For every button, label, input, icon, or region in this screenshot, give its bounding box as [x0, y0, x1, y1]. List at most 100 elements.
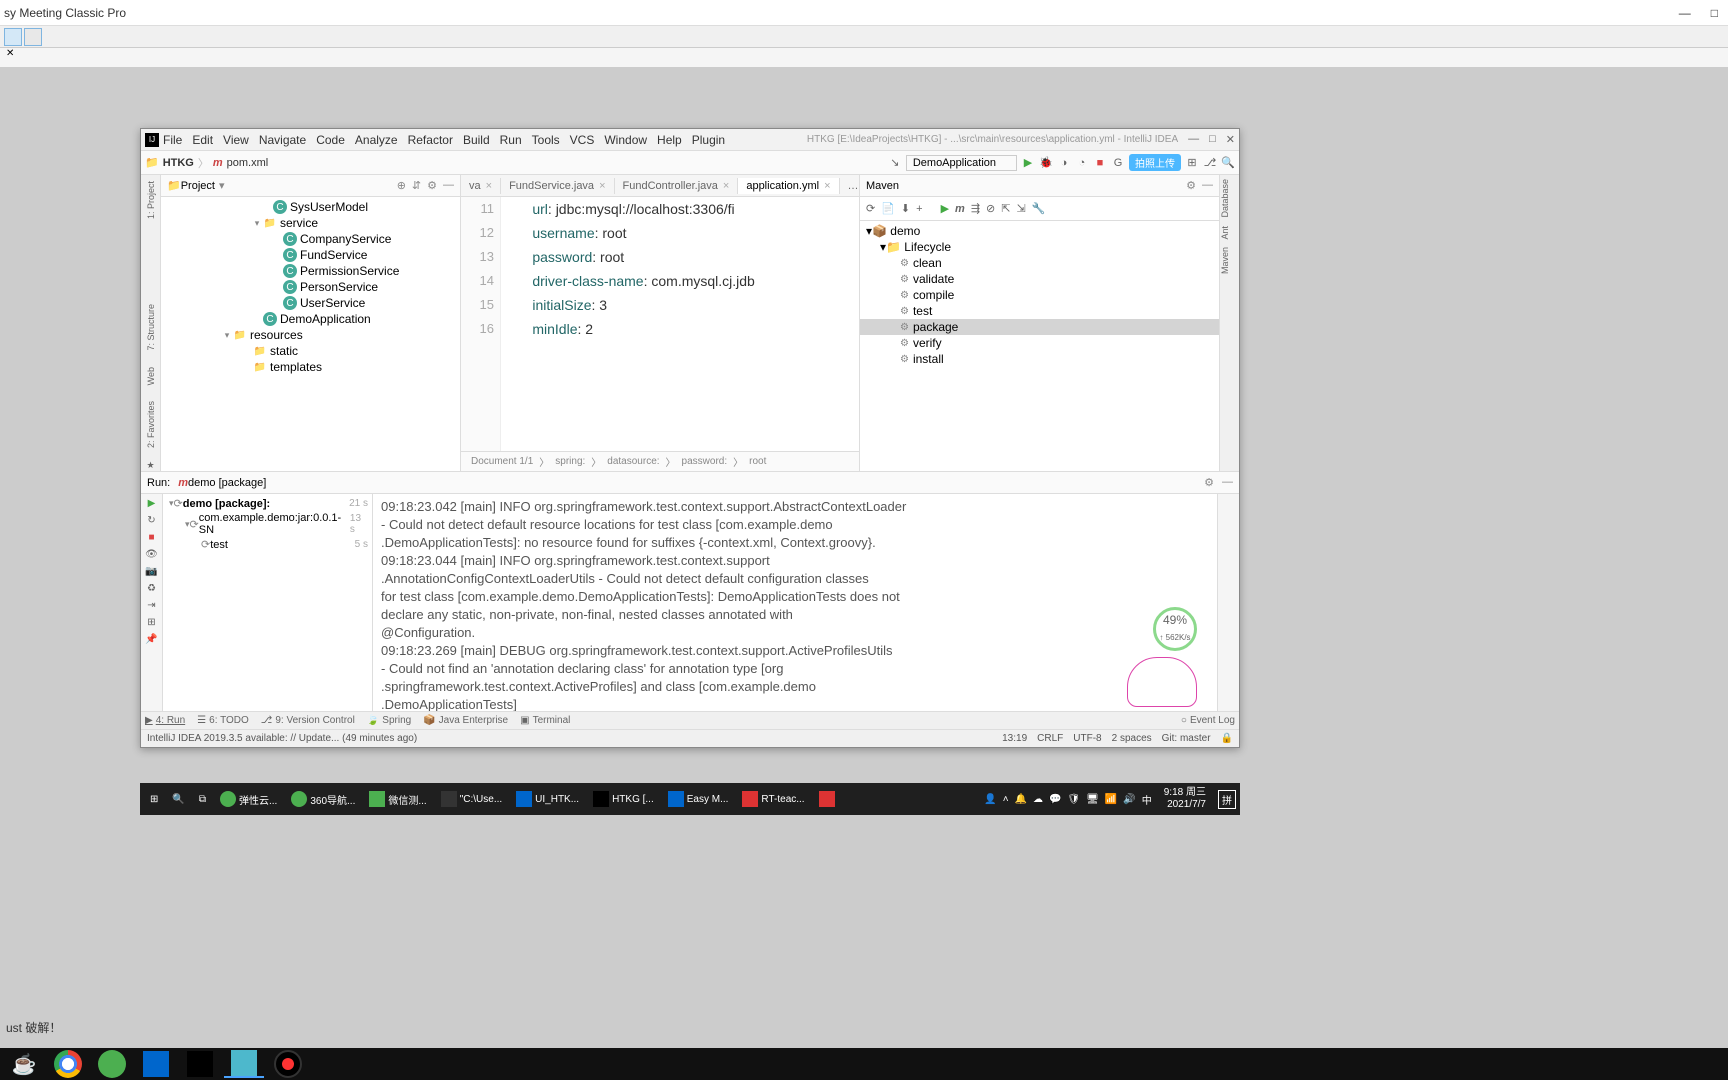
search-icon[interactable]: 🔍 — [1221, 156, 1235, 170]
code-editor[interactable]: url: jdbc:mysql://localhost:3306/fi user… — [501, 197, 859, 451]
camera-icon[interactable]: 📷 — [145, 566, 157, 577]
menu-help[interactable]: Help — [657, 133, 682, 147]
console-output[interactable]: 09:18:23.042 [main] INFO org.springframe… — [373, 494, 1217, 711]
tray-icon[interactable]: 🛡 — [1067, 794, 1080, 805]
lock-icon[interactable]: 🔒 — [1221, 733, 1233, 744]
grid-icon[interactable]: ⊞ — [1185, 156, 1199, 170]
tab-spring[interactable]: 🍃 Spring — [367, 715, 411, 726]
maven-root[interactable]: ▾ 📦 demo — [860, 223, 1219, 239]
menu-vcs[interactable]: VCS — [570, 133, 595, 147]
tree-item[interactable]: 📁templates — [161, 359, 460, 375]
wifi-icon[interactable]: 📶 — [1105, 794, 1117, 805]
menu-edit[interactable]: Edit — [192, 133, 213, 147]
tab-todo[interactable]: ☰ 6: TODO — [197, 715, 249, 726]
tab-javaee[interactable]: 📦 Java Enterprise — [423, 715, 508, 726]
strip-structure[interactable]: 7: Structure — [146, 300, 156, 355]
nav-project[interactable]: HTKG — [163, 157, 194, 169]
tray-icon[interactable]: 🔔 — [1015, 794, 1027, 805]
status-indent[interactable]: 2 spaces — [1112, 733, 1152, 744]
project-tree[interactable]: CSysUserModel▾📁serviceCCompanyServiceCFu… — [161, 197, 460, 471]
host-wechat[interactable] — [92, 1050, 132, 1078]
strip-web[interactable]: Web — [146, 363, 156, 389]
expand-icon[interactable]: ⇱ — [1001, 202, 1010, 215]
menu-build[interactable]: Build — [463, 133, 490, 147]
people-icon[interactable]: 👤 — [984, 794, 996, 805]
offline-icon[interactable]: ⊘ — [986, 202, 995, 215]
menu-tools[interactable]: Tools — [532, 133, 560, 147]
tree-item[interactable]: CSysUserModel — [161, 199, 460, 215]
run-stop-icon[interactable]: ■ — [148, 532, 154, 543]
layout-icon[interactable]: ⊞ — [147, 617, 155, 628]
menu-analyze[interactable]: Analyze — [355, 133, 398, 147]
taskbar-item[interactable]: Easy M... — [662, 783, 735, 815]
taskview-button[interactable]: ⧉ — [193, 783, 212, 815]
toolbar-icon-1[interactable] — [4, 28, 22, 46]
maximize-icon[interactable]: □ — [1711, 6, 1718, 20]
tree-item[interactable]: ▾📁service — [161, 215, 460, 231]
chevron-up-icon[interactable]: ˄ — [1003, 794, 1009, 805]
ide-minimize-icon[interactable]: — — [1188, 133, 1199, 146]
coverage-icon[interactable]: ◑ — [1057, 156, 1071, 170]
start-button[interactable]: ⊞ — [144, 783, 164, 815]
status-git[interactable]: Git: master — [1162, 733, 1211, 744]
strip-maven[interactable]: Maven — [1220, 243, 1230, 278]
host-app-1[interactable]: ☕ — [4, 1050, 44, 1078]
g-icon[interactable]: G — [1111, 156, 1125, 170]
download-icon[interactable]: ⬇ — [901, 202, 910, 215]
status-lineend[interactable]: CRLF — [1037, 733, 1063, 744]
debug-icon[interactable]: 🐞 — [1039, 156, 1053, 170]
rerun-icon[interactable]: ▶ — [148, 498, 156, 509]
tab-vcs[interactable]: ⎇ 9: Version Control — [261, 715, 355, 726]
tab-terminal[interactable]: ▣ Terminal — [520, 715, 570, 726]
tree-item[interactable]: CDemoApplication — [161, 311, 460, 327]
hide-icon[interactable]: — — [443, 179, 454, 192]
run-icon[interactable]: ▶ — [1021, 156, 1035, 170]
host-app-active[interactable] — [224, 1050, 264, 1078]
target-icon[interactable]: ⊕ — [397, 179, 406, 192]
tree-item[interactable]: CPersonService — [161, 279, 460, 295]
menu-refactor[interactable]: Refactor — [408, 133, 453, 147]
m-icon[interactable]: m — [955, 203, 965, 215]
ime-badge[interactable]: 拼 — [1218, 790, 1236, 809]
strip-ant[interactable]: Ant — [1220, 222, 1230, 244]
menu-code[interactable]: Code — [316, 133, 345, 147]
tab-run[interactable]: ▶ 4: Run — [145, 715, 185, 726]
toolbar-icon-2[interactable] — [24, 28, 42, 46]
taskbar-item[interactable]: 弹性云... — [214, 783, 283, 815]
taskbar-item[interactable]: 360导航... — [285, 783, 361, 815]
taskbar-item[interactable]: 微信测... — [363, 783, 432, 815]
taskbar-item[interactable]: HTKG [... — [587, 783, 660, 815]
editor-tab[interactable]: FundController.java × — [615, 178, 739, 194]
tray-icon[interactable]: 🖥 — [1086, 794, 1099, 805]
exit-icon[interactable]: ⇥ — [147, 600, 155, 611]
recycle-icon[interactable]: ♻ — [147, 583, 156, 594]
editor-tab[interactable]: va × — [461, 178, 501, 194]
tree-item[interactable]: 📁static — [161, 343, 460, 359]
ide-close-icon[interactable]: ✕ — [1226, 133, 1235, 146]
run-tree-item[interactable]: ▾ ⟳ com.example.demo:jar:0.0.1-SN13 s — [165, 511, 370, 537]
strip-project[interactable]: 1: Project — [146, 177, 156, 223]
refresh-icon[interactable]: ⟳ — [866, 202, 875, 215]
stop-icon[interactable]: ■ — [1093, 156, 1107, 170]
ime-icon[interactable]: 中 — [1142, 792, 1152, 807]
clock[interactable]: 9:18 周三 2021/7/7 — [1158, 787, 1212, 811]
volume-icon[interactable]: 🔊 — [1123, 794, 1135, 805]
collapse-icon[interactable]: ⇵ — [412, 179, 421, 192]
hide-icon[interactable]: — — [1202, 179, 1213, 192]
menu-plugin[interactable]: Plugin — [692, 133, 725, 147]
strip-favorites[interactable]: 2: Favorites — [146, 397, 156, 452]
upload-button[interactable]: 拍照上传 — [1129, 154, 1181, 171]
tree-item[interactable]: CFundService — [161, 247, 460, 263]
tray-icon[interactable]: 💬 — [1049, 794, 1061, 805]
strip-database[interactable]: Database — [1220, 175, 1230, 222]
gear-icon[interactable]: ⚙ — [1186, 179, 1196, 192]
menu-run[interactable]: Run — [500, 133, 522, 147]
host-intellij[interactable] — [180, 1050, 220, 1078]
add-icon[interactable]: + — [916, 203, 922, 215]
status-msg[interactable]: IntelliJ IDEA 2019.3.5 available: // Upd… — [147, 733, 417, 744]
run-tree-item[interactable]: ⟳ test5 s — [165, 537, 370, 552]
maven-lifecycle[interactable]: ▾ 📁 Lifecycle — [860, 239, 1219, 255]
menu-file[interactable]: File — [163, 133, 182, 147]
eye-icon[interactable]: 👁 — [145, 549, 158, 560]
plus-icon[interactable]: 📄 — [881, 202, 895, 215]
